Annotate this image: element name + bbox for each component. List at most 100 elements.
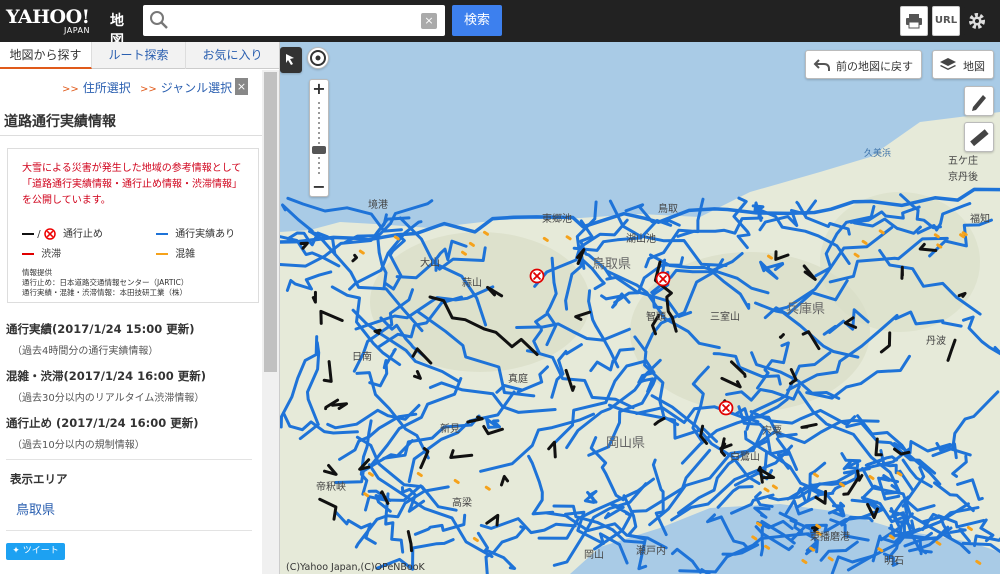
closed-route <box>449 449 474 459</box>
map-label: 三室山 <box>710 312 740 323</box>
crowded-route <box>853 252 860 258</box>
crowded-route <box>896 471 903 477</box>
zoom-slider-handle[interactable] <box>312 146 326 154</box>
search-input[interactable] <box>175 9 415 32</box>
closed-route <box>486 285 504 298</box>
closed-route <box>918 242 938 252</box>
crowded-route <box>483 230 489 236</box>
closed-route <box>331 402 348 410</box>
tweet-button[interactable]: ✦ ツイート <box>6 543 65 560</box>
chevron-double-right-icon: >> <box>62 84 79 95</box>
closed-route <box>500 475 510 487</box>
address-select-label: 住所選択 <box>82 81 131 95</box>
collapse-panel-button[interactable] <box>280 47 302 73</box>
crowded-route <box>565 235 572 241</box>
actual-route <box>479 517 577 535</box>
map-label-prefecture: 鳥取県 <box>592 257 632 272</box>
road-closed-marker-icon[interactable] <box>655 271 671 287</box>
sidebar-scrollbar[interactable] <box>262 70 279 574</box>
tweet-label: ツイート <box>22 546 59 556</box>
tab-route-search[interactable]: ルート探索 <box>92 42 186 69</box>
actual-route <box>732 196 751 250</box>
gear-icon <box>969 13 985 29</box>
actual-route <box>730 493 775 515</box>
map-layer-button[interactable]: 地図 <box>932 50 994 79</box>
map-label: 境港 <box>368 200 388 211</box>
crowded-route <box>416 472 423 477</box>
tab-favorites[interactable]: お気に入り <box>186 42 279 69</box>
side-panel: 地図から探す ルート探索 お気に入り >> 住所選択 >> ジャンル選択 × 道路通… <box>0 42 280 574</box>
crowded-route <box>767 254 773 260</box>
area-link-tottori[interactable]: 鳥取県 <box>16 499 55 518</box>
map-label: 帝釈峡 <box>316 482 346 493</box>
crowded-route <box>751 535 758 541</box>
scrollbar-thumb[interactable] <box>264 72 277 372</box>
tab-map-search[interactable]: 地図から探す <box>0 42 92 69</box>
pencil-icon <box>972 95 986 111</box>
notice-line-2: 「道路通行実績情報・通行止め情報・渋滞情報」 <box>22 179 242 190</box>
zoom-slider-track[interactable] <box>318 102 320 174</box>
settings-button[interactable] <box>963 6 991 36</box>
closed-route <box>774 250 790 261</box>
legend-crowded: 混雑 <box>156 245 195 260</box>
yahoo-logo[interactable]: YAHOO! 地図 JAPAN <box>6 6 134 49</box>
area-title: 表示エリア <box>10 472 68 486</box>
actual-route <box>583 489 598 504</box>
crowded-route <box>393 235 400 241</box>
section-closed-title: 通行止め (2017/1/24 16:00 更新) <box>6 416 199 430</box>
actual-route <box>759 260 785 280</box>
closed-route <box>720 376 742 389</box>
clear-search-button[interactable]: × <box>421 13 437 29</box>
crowded-route <box>809 546 816 552</box>
map-canvas[interactable]: 久美浜 五ケ庄 京丹後 福知 丹波 境港 東郷池 鳥取 湖山池 大山 蒜山 鳥取… <box>280 42 1000 574</box>
back-button-label: 前の地図に戻す <box>836 60 913 73</box>
actual-route <box>527 454 555 516</box>
actual-route <box>894 310 963 328</box>
map-label-prefecture: 岡山県 <box>606 436 646 451</box>
map-label: 高梁 <box>452 498 472 509</box>
measure-tool-button[interactable] <box>964 122 994 152</box>
close-panel-button[interactable]: × <box>235 78 248 95</box>
actual-route <box>651 458 668 537</box>
map-copyright: (C)Yahoo Japan,(C)OPeNBooK <box>286 562 425 573</box>
crowded-route <box>764 544 771 550</box>
road-closed-marker-icon[interactable] <box>718 400 734 416</box>
closed-route <box>653 416 666 426</box>
map-label: 京丹後 <box>948 172 978 183</box>
print-button[interactable] <box>900 6 928 36</box>
crowded-route <box>975 559 982 565</box>
closed-route <box>351 253 358 263</box>
closed-route <box>946 338 957 362</box>
address-select-link[interactable]: >> 住所選択 <box>62 79 131 96</box>
logo-sub-text: JAPAN <box>64 26 90 35</box>
url-button[interactable]: URL <box>932 6 960 36</box>
search-button[interactable]: 検索 <box>452 5 502 36</box>
back-to-previous-map-button[interactable]: 前の地図に戻す <box>805 50 922 79</box>
actual-route <box>359 419 373 496</box>
closed-route <box>323 463 338 476</box>
road-closed-marker-icon[interactable] <box>529 268 545 284</box>
actual-route <box>515 322 631 342</box>
compass-button[interactable] <box>307 47 329 69</box>
closed-route <box>957 291 967 298</box>
map-label: 大山 <box>420 258 440 269</box>
actual-route <box>479 412 596 473</box>
twitter-bird-icon: ✦ <box>12 546 20 556</box>
draw-tool-button[interactable] <box>964 86 994 116</box>
map-label: 白鷺山 <box>730 452 760 463</box>
search-box: × <box>143 5 445 36</box>
genre-select-link[interactable]: >> ジャンル選択 <box>140 79 232 96</box>
closed-route <box>485 513 500 527</box>
ruler-icon <box>970 129 989 147</box>
actual-route <box>961 315 1000 356</box>
map-label: 蒜山 <box>462 278 482 289</box>
actual-route <box>758 199 817 232</box>
sub-navigation: >> 住所選択 >> ジャンル選択 × <box>0 70 262 102</box>
zoom-out-button[interactable]: − <box>310 178 328 196</box>
map-label: 福知 <box>970 214 990 225</box>
actual-route <box>827 507 845 518</box>
zoom-in-button[interactable]: + <box>310 80 328 98</box>
crowded-route <box>484 485 491 491</box>
map-label: 智頭 <box>646 312 666 323</box>
map-label: 久美浜 <box>864 149 892 159</box>
